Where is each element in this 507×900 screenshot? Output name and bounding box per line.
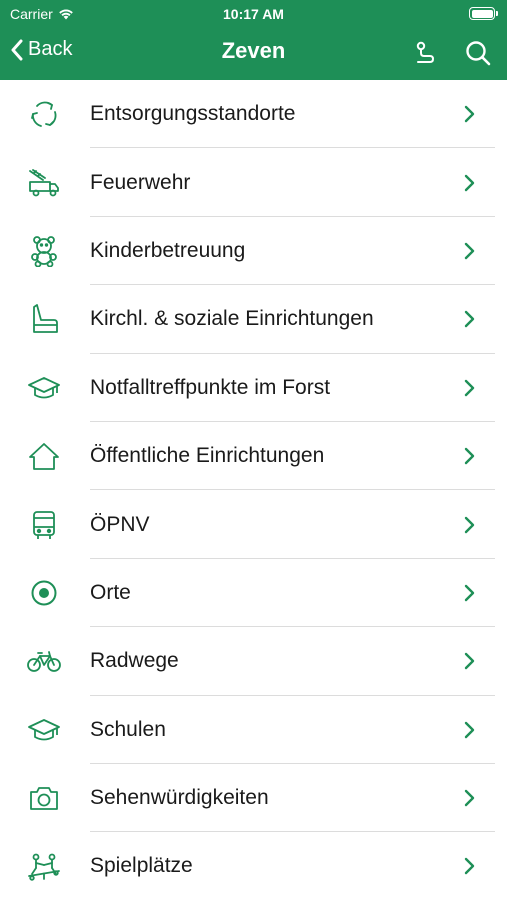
chevron-right-icon bbox=[464, 105, 475, 123]
list-item[interactable]: Entsorgungsstandorte bbox=[0, 80, 507, 149]
chevron-right-icon bbox=[464, 721, 475, 738]
list-item[interactable]: Orte bbox=[0, 559, 507, 628]
route-button[interactable] bbox=[411, 38, 441, 68]
list-item[interactable]: Notfalltreffpunkte im Forst bbox=[0, 354, 507, 422]
recycle-icon bbox=[26, 96, 62, 132]
location-dot-icon bbox=[26, 575, 62, 611]
chevron-right-icon bbox=[464, 653, 475, 670]
status-time: 10:17 AM bbox=[223, 6, 284, 22]
chevron-right-icon bbox=[464, 311, 475, 328]
chevron-right-icon bbox=[464, 447, 475, 465]
list-item-label: Radwege bbox=[90, 649, 179, 673]
chevron-right-icon bbox=[464, 174, 475, 191]
search-button[interactable] bbox=[463, 38, 493, 68]
list-item-label: Feuerwehr bbox=[90, 170, 191, 194]
camera-icon bbox=[26, 780, 62, 816]
list-item-label: Öffentliche Einrichtungen bbox=[90, 444, 325, 468]
list-item-label: Kirchl. & soziale Einrichtungen bbox=[90, 307, 374, 331]
chevron-right-icon bbox=[464, 858, 475, 875]
route-icon bbox=[416, 41, 435, 63]
bus-icon bbox=[26, 507, 62, 543]
list-item[interactable]: Schulen bbox=[0, 696, 507, 764]
app-header: Carrier 10:17 AM Back Zeven bbox=[0, 0, 507, 80]
graduation-cap-icon bbox=[26, 712, 62, 748]
list-item[interactable]: Sehenwürdigkeiten bbox=[0, 764, 507, 833]
list-item[interactable]: Kinderbetreuung bbox=[0, 217, 507, 286]
list-item[interactable]: Feuerwehr bbox=[0, 148, 507, 217]
list-item-label: Orte bbox=[90, 580, 131, 604]
list-item[interactable]: Öffentliche Einrichtungen bbox=[0, 422, 507, 491]
list-item-label: Schulen bbox=[90, 717, 166, 741]
list-item[interactable]: Radwege bbox=[0, 627, 507, 696]
chevron-right-icon bbox=[464, 516, 475, 533]
graduation-cap-icon bbox=[26, 370, 62, 406]
category-list: Entsorgungsstandorte Feuerwehr Kinderbet… bbox=[0, 80, 507, 900]
chevron-right-icon bbox=[464, 379, 475, 396]
teddy-bear-icon bbox=[26, 233, 62, 269]
search-icon bbox=[466, 41, 491, 66]
chevron-right-icon bbox=[464, 584, 475, 602]
list-item-label: Kinderbetreuung bbox=[90, 238, 246, 262]
list-item[interactable]: ÖPNV bbox=[0, 490, 507, 559]
list-item-label: Spielplätze bbox=[90, 854, 193, 878]
list-item[interactable]: Spielplätze bbox=[0, 832, 507, 900]
battery-icon bbox=[469, 7, 498, 20]
list-item[interactable]: Kirchl. & soziale Einrichtungen bbox=[0, 285, 507, 354]
playground-icon bbox=[26, 848, 62, 884]
chevron-right-icon bbox=[464, 242, 475, 260]
status-bar: Carrier 10:17 AM bbox=[0, 0, 507, 28]
list-item-label: Sehenwürdigkeiten bbox=[90, 786, 269, 810]
chair-icon bbox=[26, 301, 62, 337]
fire-truck-icon bbox=[26, 165, 62, 201]
list-item-label: Notfalltreffpunkte im Forst bbox=[90, 375, 331, 399]
navigation-bar: Back Zeven bbox=[0, 28, 507, 80]
chevron-right-icon bbox=[464, 789, 475, 807]
list-item-label: ÖPNV bbox=[90, 512, 150, 536]
house-icon bbox=[26, 438, 62, 474]
list-item-label: Entsorgungsstandorte bbox=[90, 102, 296, 126]
bicycle-icon bbox=[26, 643, 62, 679]
